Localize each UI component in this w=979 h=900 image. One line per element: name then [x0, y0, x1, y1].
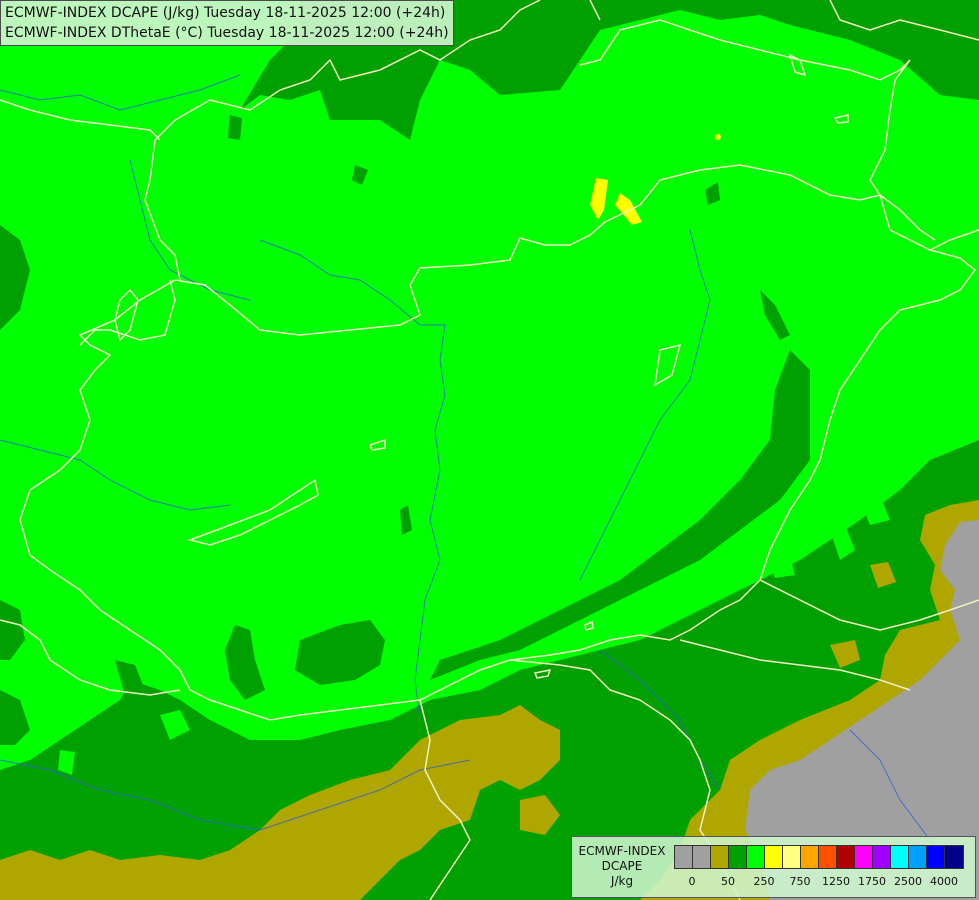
legend-tick-label: 50	[721, 875, 735, 888]
legend-color-bar	[674, 845, 964, 869]
legend-swatch	[765, 846, 783, 868]
legend-tick-label: 2500	[894, 875, 922, 888]
map-title-dcape: ECMWF-INDEX DCAPE (J/kg) Tuesday 18-11-2…	[5, 5, 446, 21]
legend-swatch	[945, 846, 963, 868]
legend-swatch	[675, 846, 693, 868]
legend-label: ECMWF-INDEX DCAPE J/kg	[572, 844, 672, 889]
color-legend: ECMWF-INDEX DCAPE J/kg 0 50 250 750 1250 1750…	[571, 836, 976, 898]
legend-swatch	[747, 846, 765, 868]
legend-label-parameter: DCAPE	[601, 859, 643, 873]
legend-ticks: 0 50 250 750 1250 1750 2500 4000	[674, 875, 964, 891]
legend-swatch	[711, 846, 729, 868]
legend-swatch	[729, 846, 747, 868]
legend-tick-label: 1250	[822, 875, 850, 888]
legend-swatch	[801, 846, 819, 868]
legend-swatch	[873, 846, 891, 868]
legend-tick-label: 1750	[858, 875, 886, 888]
legend-swatch	[783, 846, 801, 868]
legend-swatch	[819, 846, 837, 868]
legend-tick-label: 250	[753, 875, 775, 888]
legend-label-unit: J/kg	[610, 874, 634, 888]
dcape-map	[0, 0, 979, 900]
legend-tick-label: 4000	[930, 875, 958, 888]
map-title-box: ECMWF-INDEX DCAPE (J/kg) Tuesday 18-11-2…	[0, 0, 454, 46]
legend-label-model: ECMWF-INDEX	[578, 844, 666, 858]
legend-tick-label: 750	[789, 875, 811, 888]
legend-tick-label: 0	[688, 875, 696, 888]
legend-swatch	[891, 846, 909, 868]
legend-swatch	[837, 846, 855, 868]
legend-swatch	[927, 846, 945, 868]
map-title-dthetae: ECMWF-INDEX DThetaE (°C) Tuesday 18-11-2…	[5, 25, 449, 41]
legend-swatch	[855, 846, 873, 868]
legend-swatch	[693, 846, 711, 868]
legend-swatch	[909, 846, 927, 868]
